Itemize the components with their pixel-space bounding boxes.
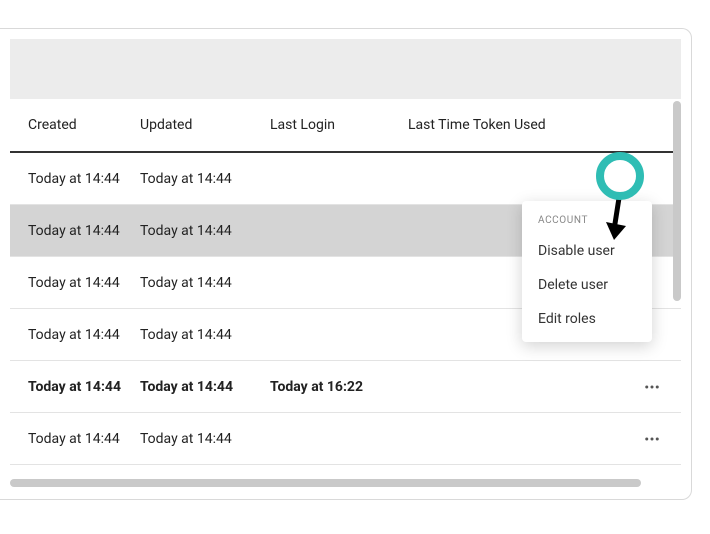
- cell-updated: Today at 14:44: [140, 379, 270, 395]
- cell-last-login: Today at 16:22: [270, 379, 408, 395]
- cell-updated: Today at 14:44: [140, 431, 270, 447]
- table-row[interactable]: Today at 14:44Today at 14:44: [10, 153, 681, 205]
- cell-created: Today at 14:44: [10, 223, 140, 239]
- more-horizontal-icon: [643, 430, 661, 448]
- table-row[interactable]: Today at 14:44Today at 14:44: [10, 413, 681, 465]
- row-actions-button[interactable]: [638, 373, 666, 401]
- cell-updated: Today at 14:44: [140, 275, 270, 291]
- cell-created: Today at 14:44: [10, 275, 140, 291]
- cell-updated: Today at 14:44: [140, 327, 270, 343]
- cell-updated: Today at 14:44: [140, 171, 270, 187]
- col-header-last-token: Last Time Token Used: [408, 117, 623, 133]
- col-header-last-login: Last Login: [270, 117, 408, 133]
- cell-actions: [623, 425, 681, 453]
- cell-created: Today at 14:44: [10, 431, 140, 447]
- table-row[interactable]: Today at 14:44Today at 14:44Today at 16:…: [10, 361, 681, 413]
- cell-created: Today at 14:44: [10, 171, 140, 187]
- menu-item-delete-user[interactable]: Delete user: [522, 268, 652, 302]
- table-header-row: Created Updated Last Login Last Time Tok…: [10, 99, 681, 153]
- horizontal-scrollbar[interactable]: [10, 479, 641, 487]
- col-header-created: Created: [10, 117, 140, 133]
- toolbar-placeholder: [10, 39, 681, 99]
- cell-actions: [623, 373, 681, 401]
- col-header-updated: Updated: [140, 117, 270, 133]
- menu-section-header: ACCOUNT: [522, 211, 652, 234]
- menu-item-edit-roles[interactable]: Edit roles: [522, 302, 652, 336]
- menu-item-disable-user[interactable]: Disable user: [522, 234, 652, 268]
- account-actions-menu: ACCOUNT Disable user Delete user Edit ro…: [522, 201, 652, 342]
- more-horizontal-icon: [643, 378, 661, 396]
- row-actions-button[interactable]: [638, 425, 666, 453]
- cell-updated: Today at 14:44: [140, 223, 270, 239]
- cell-created: Today at 14:44: [10, 379, 140, 395]
- vertical-scrollbar[interactable]: [673, 101, 681, 301]
- cell-created: Today at 14:44: [10, 327, 140, 343]
